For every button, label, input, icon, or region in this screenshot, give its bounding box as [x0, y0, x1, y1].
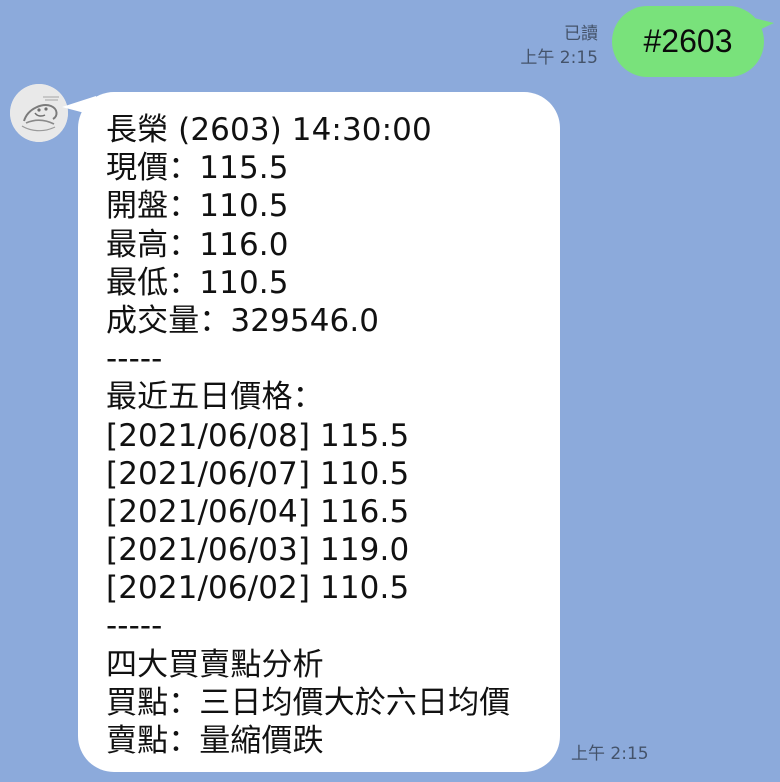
buy-point-line: 買點：三日均價大於六日均價 — [106, 684, 511, 721]
bot-avatar-sketch-icon — [10, 84, 68, 142]
received-message-time: 上午 2:15 — [571, 744, 649, 764]
open-price-line: 開盤：110.5 — [106, 188, 289, 225]
five-day-prices-heading: 最近五日價格： — [106, 379, 324, 416]
price-history-line: [2021/06/03] 119.0 — [106, 532, 410, 569]
separator-line: ----- — [106, 608, 163, 645]
price-history-line: [2021/06/08] 115.5 — [106, 417, 410, 454]
current-price-line: 現價：115.5 — [106, 150, 289, 187]
stock-title-line: 長榮 (2603) 14:30:00 — [106, 112, 432, 148]
sent-message-bubble[interactable]: #2603 — [612, 6, 764, 77]
bot-avatar[interactable] — [10, 84, 68, 142]
received-message-bubble[interactable]: 長榮 (2603) 14:30:00 現價：115.5 開盤：110.5 最高：… — [78, 92, 560, 772]
analysis-heading: 四大買賣點分析 — [106, 646, 324, 683]
low-price-line: 最低：110.5 — [106, 264, 289, 301]
sent-message-meta: 已讀 上午 2:15 — [520, 22, 598, 70]
high-price-line: 最高：116.0 — [106, 226, 289, 263]
read-status: 已讀 — [564, 24, 598, 44]
sent-message-text: #2603 — [643, 23, 733, 59]
separator-line: ----- — [106, 341, 163, 378]
price-history-line: [2021/06/07] 110.5 — [106, 455, 410, 492]
price-history-line: [2021/06/04] 116.5 — [106, 493, 410, 530]
sent-message-time: 上午 2:15 — [520, 48, 598, 68]
volume-line: 成交量：329546.0 — [106, 302, 380, 339]
price-history-line: [2021/06/02] 110.5 — [106, 570, 410, 607]
sell-point-line: 賣點：量縮價跌 — [106, 723, 324, 759]
